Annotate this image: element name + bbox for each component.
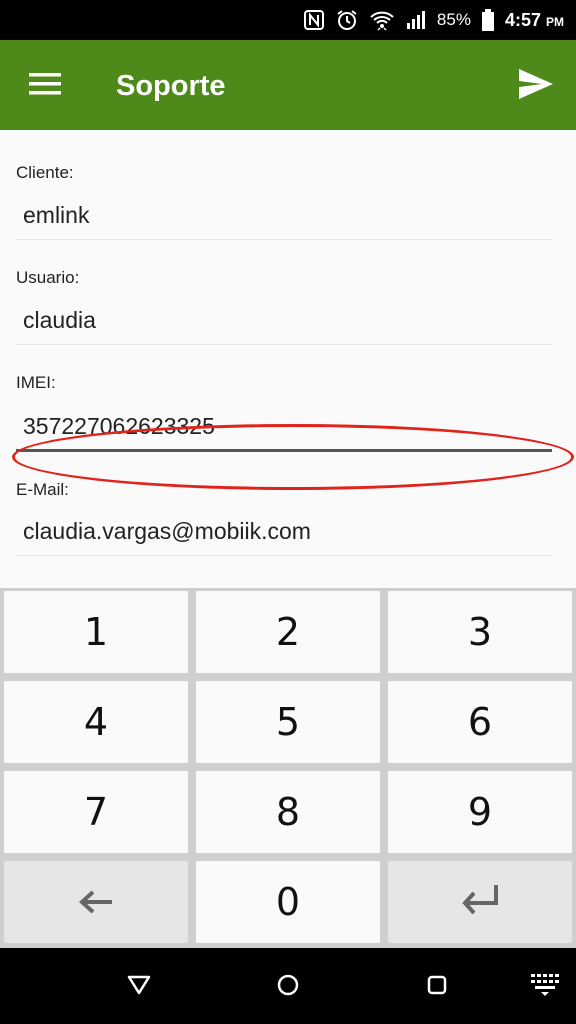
alarm-icon <box>335 8 359 32</box>
recents-button[interactable] <box>420 970 454 1004</box>
status-bar: 85% 4:57 PM <box>0 0 576 40</box>
navigation-bar <box>0 948 576 1024</box>
key-9[interactable]: 9 <box>388 771 572 853</box>
enter-key[interactable] <box>388 861 572 943</box>
key-8[interactable]: 8 <box>196 771 380 853</box>
key-0[interactable]: 0 <box>196 861 380 943</box>
recents-icon <box>426 974 448 1001</box>
imei-field[interactable] <box>16 404 552 452</box>
key-5[interactable]: 5 <box>196 681 380 763</box>
hamburger-menu-icon <box>29 72 61 101</box>
key-1[interactable]: 1 <box>4 591 188 673</box>
back-icon <box>127 975 151 1000</box>
clock-time: 4:57 <box>504 9 541 30</box>
enter-icon <box>458 880 502 924</box>
cliente-label: Cliente: <box>16 163 74 182</box>
usuario-label: Usuario: <box>16 268 80 287</box>
imei-label: IMEI: <box>16 373 56 392</box>
menu-button[interactable] <box>22 66 68 106</box>
app-bar: Soporte <box>0 40 576 130</box>
key-3[interactable]: 3 <box>388 591 572 673</box>
key-2[interactable]: 2 <box>196 591 380 673</box>
send-button[interactable] <box>514 64 558 108</box>
home-button[interactable] <box>271 970 305 1004</box>
keyboard-switch-button[interactable] <box>528 970 562 1004</box>
cliente-field[interactable] <box>16 192 552 240</box>
battery-percent: 85% <box>436 10 471 29</box>
numeric-keypad: 1 2 3 4 5 6 7 8 9 0 <box>0 588 576 948</box>
page-title: Soporte <box>116 70 226 102</box>
status-icons: 85% 4:57 PM <box>303 0 564 40</box>
battery-icon <box>481 8 495 32</box>
clock: 4:57 PM <box>505 10 564 31</box>
nfc-icon <box>303 9 325 31</box>
key-6[interactable]: 6 <box>388 681 572 763</box>
backspace-icon <box>78 880 114 924</box>
key-7[interactable]: 7 <box>4 771 188 853</box>
send-icon <box>518 68 554 105</box>
wifi-icon <box>369 9 395 31</box>
backspace-key[interactable] <box>4 861 188 943</box>
support-form: Cliente: Usuario: IMEI: E-Mail: <box>0 130 576 588</box>
back-button[interactable] <box>122 970 156 1004</box>
email-field[interactable] <box>16 508 552 556</box>
signal-icon <box>405 9 427 31</box>
clock-ampm: PM <box>546 14 564 29</box>
email-label: E-Mail: <box>16 480 69 499</box>
usuario-field[interactable] <box>16 297 552 345</box>
home-icon <box>276 973 300 1002</box>
key-4[interactable]: 4 <box>4 681 188 763</box>
keyboard-switch-icon <box>530 973 560 1002</box>
